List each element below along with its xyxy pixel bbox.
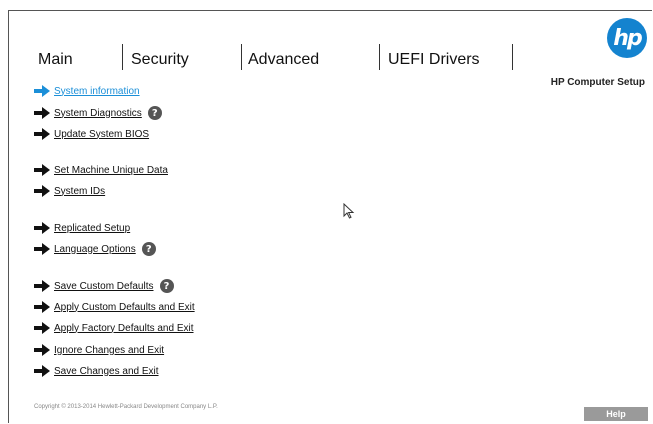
menu-item[interactable]: Save Changes and Exit (33, 363, 159, 379)
menu-item[interactable]: Set Machine Unique Data (33, 162, 168, 178)
arrow-right-icon (33, 107, 51, 119)
arrow-right-icon (33, 85, 51, 97)
menu-item[interactable]: Apply Factory Defaults and Exit (33, 320, 194, 336)
menu-item[interactable]: System information (33, 83, 140, 99)
arrow-right-icon (33, 128, 51, 140)
menu-item-label: Save Custom Defaults (54, 280, 154, 292)
menu-item-label: Ignore Changes and Exit (54, 344, 165, 356)
tab-main[interactable]: Main (38, 44, 73, 72)
arrow-right-icon (33, 280, 51, 292)
arrow-right-icon (33, 301, 51, 313)
copyright-notice: Copyright © 2013-2014 Hewlett-Packard De… (34, 404, 218, 410)
menu-item[interactable]: Ignore Changes and Exit (33, 342, 164, 358)
menu-item[interactable]: Language Options? (33, 241, 156, 257)
menu-item[interactable]: Update System BIOS (33, 126, 149, 142)
menu-item-label: Update System BIOS (54, 128, 150, 140)
help-button[interactable]: Help (584, 407, 648, 421)
arrow-right-icon (33, 344, 51, 356)
menu-item[interactable]: Replicated Setup (33, 220, 130, 236)
menu-item-label: Replicated Setup (54, 222, 131, 234)
menu-item[interactable]: Save Custom Defaults? (33, 278, 174, 294)
tab-divider (512, 44, 513, 70)
menu-item[interactable]: System Diagnostics? (33, 105, 162, 121)
tab-security[interactable]: Security (131, 44, 189, 72)
menu-item-label: Apply Custom Defaults and Exit (54, 301, 195, 313)
arrow-right-icon (33, 365, 51, 377)
menu-item-label: System Diagnostics (54, 107, 142, 119)
tab-divider (122, 44, 123, 70)
menu-item-label: Save Changes and Exit (54, 365, 159, 377)
menu-item[interactable]: System IDs (33, 183, 105, 199)
menu-item-label: Apply Factory Defaults and Exit (54, 322, 194, 334)
help-question-icon[interactable]: ? (141, 242, 156, 256)
menu-item-label: System IDs (54, 185, 106, 197)
arrow-right-icon (33, 322, 51, 334)
hp-logo: hp (607, 18, 647, 58)
help-question-icon[interactable]: ? (159, 279, 174, 293)
tab-divider (241, 44, 242, 70)
menu-item-label: Language Options (54, 243, 136, 255)
app-title: HP Computer Setup (550, 77, 645, 88)
menu-item[interactable]: Apply Custom Defaults and Exit (33, 299, 195, 315)
menu-item-label: System information (54, 85, 140, 97)
help-question-icon[interactable]: ? (147, 106, 162, 120)
arrow-right-icon (33, 185, 51, 197)
menu-item-label: Set Machine Unique Data (54, 164, 168, 176)
mouse-cursor-icon (343, 202, 355, 224)
tab-divider (379, 44, 380, 70)
tab-advanced[interactable]: Advanced (248, 44, 319, 72)
setup-frame (8, 10, 652, 423)
arrow-right-icon (33, 243, 51, 255)
arrow-right-icon (33, 222, 51, 234)
tab-uefi-drivers[interactable]: UEFI Drivers (388, 44, 480, 72)
arrow-right-icon (33, 164, 51, 176)
